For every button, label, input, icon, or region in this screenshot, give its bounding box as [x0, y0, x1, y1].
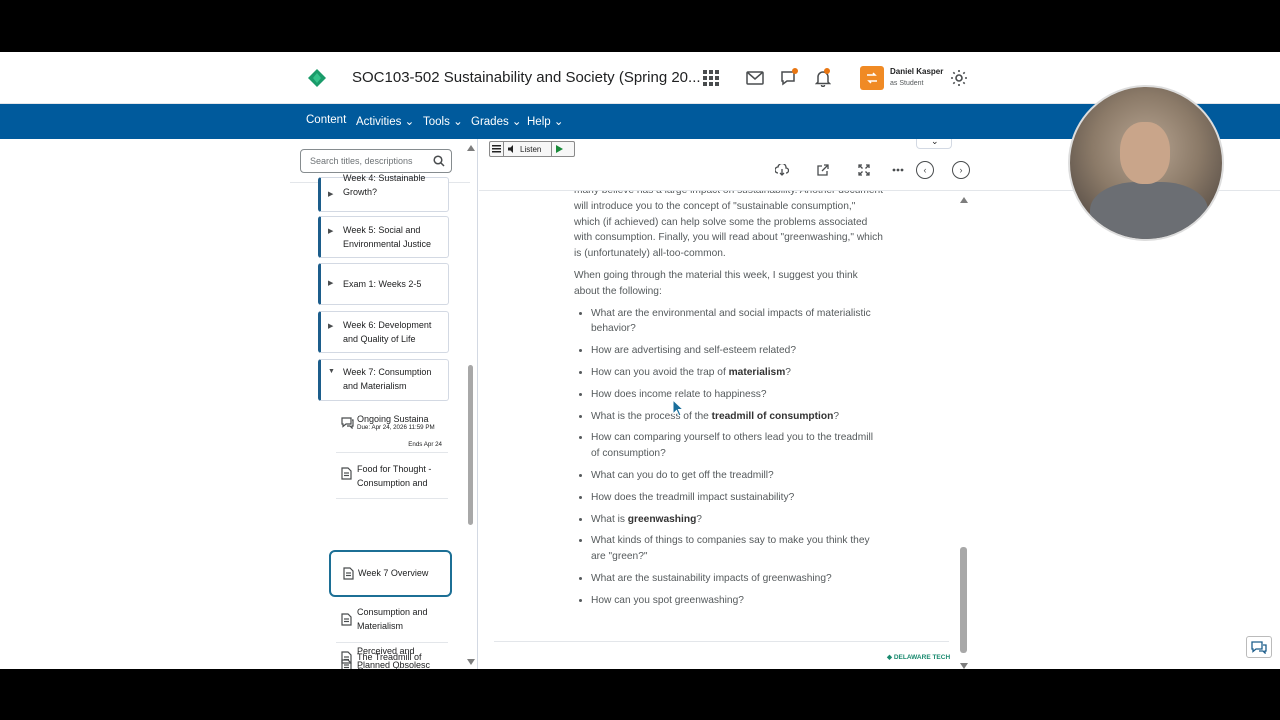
chevron-down-icon: ⌄	[931, 136, 939, 146]
list-item: What is greenwashing?	[591, 512, 884, 528]
speaker-icon	[508, 145, 513, 153]
play-icon[interactable]	[551, 142, 567, 156]
chat-icon	[1251, 640, 1267, 654]
settings-gear-icon[interactable]	[948, 67, 970, 89]
toc-scroll-thumb[interactable]	[468, 365, 473, 525]
document-scroll-thumb[interactable]	[960, 547, 967, 653]
delaware-tech-logo: ◆ DELAWARE TECH	[887, 654, 951, 661]
scroll-up-icon[interactable]	[960, 197, 968, 203]
document-frame: many believe has a large impact on susta…	[479, 191, 1280, 669]
list-item: How are advertising and self-esteem rela…	[591, 343, 884, 359]
intro-paragraph: many believe has a large impact on susta…	[574, 191, 883, 260]
chevron-down-icon: ⌄	[511, 116, 522, 128]
list-item: What kinds of things to companies say to…	[591, 533, 884, 565]
toc-unit-week-7[interactable]: ▼ Week 7: Consumption and Materialism	[318, 359, 449, 401]
nav-tools[interactable]: Tools ⌄	[423, 114, 463, 128]
toc-topic-consumption-materialism[interactable]: Consumption and Materialism	[336, 601, 448, 643]
avatar[interactable]	[860, 66, 884, 90]
search-placeholder: Search titles, descriptions	[310, 156, 413, 166]
list-item: What is the process of the treadmill of …	[591, 409, 884, 425]
course-title[interactable]: SOC103-502 Sustainability and Society (S…	[352, 69, 701, 86]
scroll-down-icon[interactable]	[467, 659, 475, 665]
fullscreen-icon[interactable]	[855, 161, 873, 179]
document-footer-divider	[494, 641, 949, 642]
nav-help[interactable]: Help ⌄	[527, 114, 564, 128]
caret-right-icon: ▶	[328, 323, 334, 330]
readspeaker-listen-bar[interactable]: Listen	[489, 141, 575, 157]
toc-unit-exam-1[interactable]: ▶ Exam 1: Weeks 2-5	[318, 263, 449, 305]
menu-icon[interactable]	[490, 142, 504, 156]
document-body: many believe has a large impact on susta…	[574, 191, 884, 615]
chevron-down-icon: ⌄	[404, 116, 415, 128]
document-icon	[341, 613, 352, 626]
toc-topic-obsolescence[interactable]: Perceived and Planned Obsolesc	[336, 645, 448, 669]
caret-right-icon: ▶	[328, 191, 334, 198]
caret-right-icon: ▶	[328, 228, 334, 235]
toc-unit-week-4[interactable]: ▶ Week 4: Sustainable Growth?	[318, 173, 449, 212]
document-icon	[341, 651, 352, 664]
listen-label[interactable]: Listen	[520, 145, 541, 154]
toc-topic-week-7-overview[interactable]: Week 7 Overview	[329, 550, 452, 597]
due-date: Due: Apr 24, 2026 11:59 PM	[357, 424, 435, 431]
table-of-contents-panel: Search titles, descriptions ▶ Week 4: Su…	[0, 139, 478, 669]
document-icon	[343, 567, 354, 580]
search-icon[interactable]	[433, 155, 445, 167]
collapse-toggle[interactable]: ⌄	[916, 136, 952, 149]
scroll-down-icon[interactable]	[960, 663, 968, 669]
toc-unit-week-6[interactable]: ▶ Week 6: Development and Quality of Lif…	[318, 311, 449, 353]
list-item: How does the treadmill impact sustainabi…	[591, 490, 884, 506]
list-item: How can you avoid the trap of materialis…	[591, 365, 884, 381]
chat-support-button[interactable]	[1246, 636, 1272, 658]
list-item: How can you spot greenwashing?	[591, 593, 884, 609]
caret-right-icon: ▶	[328, 280, 334, 287]
nav-content[interactable]: Content	[306, 114, 346, 126]
user-role: as Student	[890, 80, 924, 87]
list-item: What are the environmental and social im…	[591, 306, 884, 338]
end-date: Ends Apr 24	[408, 441, 442, 448]
list-item: How can comparing yourself to others lea…	[591, 430, 884, 462]
toc-unit-week-5[interactable]: ▶ Week 5: Social and Environmental Justi…	[318, 216, 449, 258]
toc-search-input[interactable]: Search titles, descriptions	[300, 149, 452, 173]
list-item: What are the sustainability impacts of g…	[591, 571, 884, 587]
course-header: SOC103-502 Sustainability and Society (S…	[0, 52, 1280, 104]
presenter-face	[1120, 122, 1170, 184]
bell-notification-dot	[824, 68, 830, 74]
mouse-cursor-icon	[672, 399, 684, 417]
next-topic-icon[interactable]: ›	[952, 161, 970, 179]
course-selector-grid-icon[interactable]	[700, 67, 722, 89]
chevron-down-icon: ⌄	[553, 116, 564, 128]
nav-grades[interactable]: Grades ⌄	[471, 114, 522, 128]
user-name[interactable]: Daniel Kasper	[890, 67, 943, 76]
bell-icon[interactable]	[812, 67, 834, 89]
scroll-up-icon[interactable]	[467, 145, 475, 151]
toc-topic-food-for-thought[interactable]: Food for Thought - Consumption and	[336, 455, 448, 499]
webcam-overlay	[1068, 85, 1224, 241]
toc-topic-discussion[interactable]: Ongoing Sustaina Due: Apr 24, 2026 11:59…	[336, 405, 448, 453]
question-list: What are the environmental and social im…	[591, 306, 884, 609]
discussion-icon	[341, 417, 354, 429]
nav-activities[interactable]: Activities ⌄	[356, 114, 414, 128]
open-new-window-icon[interactable]	[814, 161, 832, 179]
more-options-icon[interactable]	[889, 161, 907, 179]
d2l-logo-icon[interactable]	[308, 69, 326, 87]
list-item: What can you do to get off the treadmill…	[591, 468, 884, 484]
caret-down-icon: ▼	[328, 368, 335, 375]
lead-paragraph: When going through the material this wee…	[574, 269, 858, 297]
download-icon[interactable]	[773, 161, 791, 179]
document-icon	[341, 467, 352, 480]
presenter-shirt	[1090, 182, 1208, 239]
chevron-down-icon: ⌄	[453, 116, 463, 128]
chat-notification-dot	[792, 68, 798, 74]
list-item: How does income relate to happiness?	[591, 387, 884, 403]
mail-icon[interactable]	[744, 67, 766, 89]
previous-topic-icon[interactable]: ‹	[916, 161, 934, 179]
